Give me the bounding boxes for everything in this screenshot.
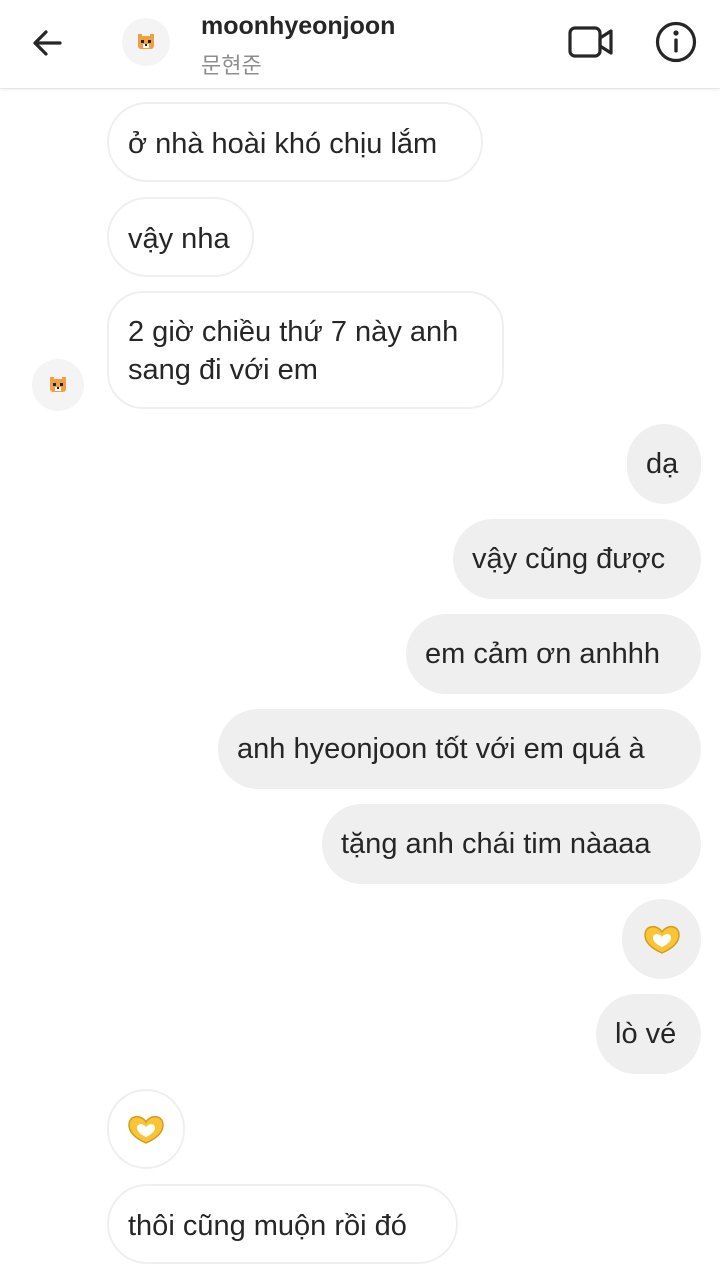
message-bubble-received[interactable]: thôi cũng muộn rồi đó [107,1184,458,1264]
tiger-avatar-icon [138,34,154,49]
message-bubble-sent-emoji[interactable] [622,899,701,979]
heart-hands-emoji-icon [643,926,680,954]
message-text: vậy nha [128,223,230,255]
message-text: tặng anh chái tim nàaaa [341,828,651,860]
message-text: dạ [646,448,679,480]
contact-avatar[interactable] [122,18,170,66]
chat-header: moonhyeonjoon 문현준 [0,0,720,89]
message-text: thôi cũng muộn rồi đó [128,1210,407,1242]
message-bubble-sent[interactable]: vậy cũng được [453,519,701,599]
message-text: vậy cũng được [472,543,666,575]
info-button[interactable] [652,18,700,66]
contact-subtitle: 문현준 [201,53,262,78]
message-text: 2 giờ chiều thứ 7 này anh sang đi với em [128,316,459,386]
message-text: lò vé [615,1018,677,1050]
arrow-left-icon [33,30,62,56]
message-bubble-sent[interactable]: tặng anh chái tim nàaaa [322,804,701,884]
message-bubble-sent[interactable]: lò vé [596,994,701,1074]
message-bubble-sent[interactable]: em cảm ơn anhhh [406,614,701,694]
message-text: ở nhà hoài khó chịu lắm [128,128,438,160]
heart-hands-emoji-icon [128,1116,164,1144]
message-bubble-received[interactable]: ở nhà hoài khó chịu lắm [107,102,483,182]
message-bubble-sent[interactable]: dạ [627,424,701,504]
message-bubble-received[interactable]: 2 giờ chiều thứ 7 này anh sang đi với em [107,291,504,409]
message-text: em cảm ơn anhhh [425,638,661,670]
message-bubble-received-emoji[interactable] [107,1089,185,1169]
contact-avatar-small[interactable] [32,359,84,411]
contact-username[interactable]: moonhyeonjoon [201,12,395,41]
message-bubble-sent[interactable]: anh hyeonjoon tốt với em quá à [218,709,701,789]
message-bubble-received[interactable]: vậy nha [107,197,254,277]
message-text: anh hyeonjoon tốt với em quá à [237,733,645,765]
back-button[interactable] [22,20,72,66]
video-call-button[interactable] [564,20,618,64]
video-call-icon [568,26,613,58]
tiger-avatar-icon [50,377,66,392]
info-icon [655,21,697,63]
